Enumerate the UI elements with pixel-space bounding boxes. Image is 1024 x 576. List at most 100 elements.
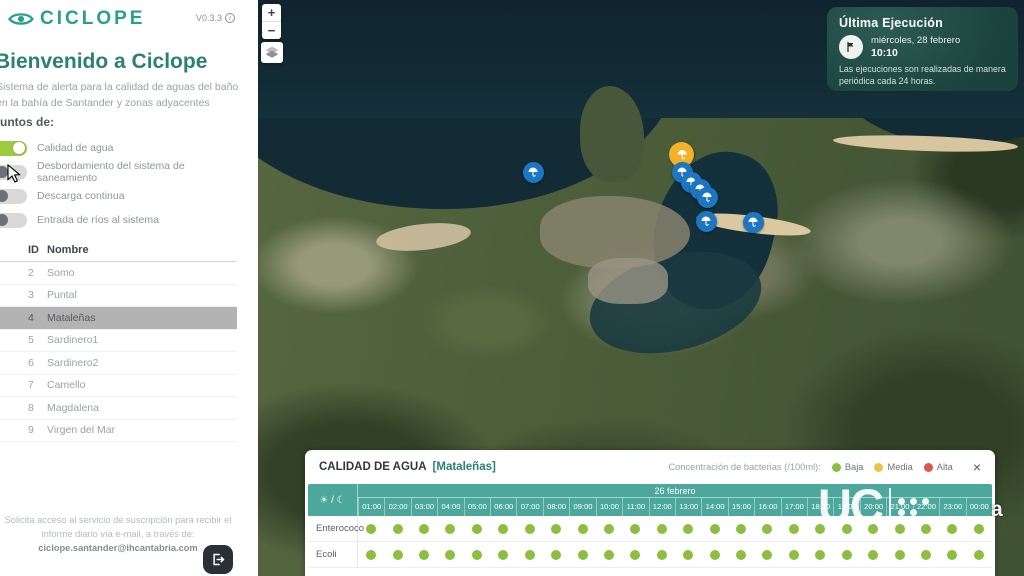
measure-cell[interactable] (860, 542, 886, 568)
measure-cell[interactable] (543, 542, 569, 568)
zoom-in-button[interactable]: + (262, 4, 281, 21)
measure-cell[interactable] (754, 542, 780, 568)
toggle-calidad-agua[interactable]: Calidad de agua (0, 136, 244, 160)
measure-cell[interactable] (833, 516, 859, 542)
measure-cell[interactable] (728, 516, 754, 542)
measure-cell[interactable] (543, 516, 569, 542)
legend-baja-label: Baja (845, 462, 864, 472)
measure-cell[interactable] (966, 516, 992, 542)
panel-title: CALIDAD DE AGUA (319, 461, 427, 473)
measure-cell[interactable] (675, 516, 701, 542)
station-marker[interactable] (697, 187, 718, 208)
measure-cell[interactable] (939, 542, 965, 568)
measure-cell[interactable] (437, 542, 463, 568)
measure-cell[interactable] (411, 542, 437, 568)
toggle-switch[interactable] (0, 165, 27, 180)
station-row[interactable]: 4Mataleñas (0, 307, 237, 330)
col-nombre: Nombre (38, 244, 237, 256)
measure-cell[interactable] (860, 516, 886, 542)
station-row[interactable]: 9Virgen del Mar (0, 420, 237, 443)
station-marker[interactable] (523, 162, 544, 183)
measure-cell[interactable] (516, 516, 542, 542)
station-name: Puntal (38, 289, 237, 301)
beach-umbrella-icon (675, 149, 687, 161)
measure-cell[interactable] (675, 542, 701, 568)
measurement-dot-icon (974, 550, 984, 560)
measure-cell[interactable] (781, 542, 807, 568)
measure-cell[interactable] (411, 516, 437, 542)
toggle-descarga-continua[interactable]: Descarga continua (0, 184, 244, 208)
measure-cell[interactable] (913, 542, 939, 568)
measure-cell[interactable] (622, 516, 648, 542)
station-row[interactable]: 5Sardinero1 (0, 330, 237, 353)
measure-cell[interactable] (384, 516, 410, 542)
measure-cell[interactable] (701, 516, 727, 542)
toggle-switch[interactable] (0, 141, 27, 156)
toggle-entrada-rios[interactable]: Entrada de ríos al sistema (0, 208, 244, 232)
measurement-dot-icon (921, 524, 931, 534)
measure-cell[interactable] (596, 516, 622, 542)
measure-cell[interactable] (728, 542, 754, 568)
satellite-map[interactable]: + − Última Ejecución miércoles, 28 f (258, 0, 1024, 576)
logout-button[interactable] (203, 545, 233, 574)
measure-cell[interactable] (807, 516, 833, 542)
measure-cell[interactable] (649, 542, 675, 568)
measure-cell[interactable] (464, 542, 490, 568)
measure-cell[interactable] (833, 542, 859, 568)
measurement-dot-icon (578, 524, 588, 534)
measure-cell[interactable] (622, 542, 648, 568)
layers-button[interactable] (261, 42, 283, 63)
measure-cell[interactable] (569, 516, 595, 542)
zoom-out-button[interactable]: − (262, 22, 281, 39)
measure-cell[interactable] (939, 516, 965, 542)
hour-label: 21:00 (886, 498, 912, 516)
day-night-toggle[interactable]: ☀ / ☾ (308, 484, 358, 516)
measure-cell[interactable] (569, 542, 595, 568)
panel-station-name: [Mataleñas] (433, 461, 496, 473)
measure-cell[interactable] (596, 542, 622, 568)
toggle-switch[interactable] (0, 213, 27, 228)
measure-cell[interactable] (649, 516, 675, 542)
station-row[interactable]: 3Puntal (0, 285, 237, 308)
beach-umbrella-icon (701, 191, 713, 203)
measure-cell[interactable] (464, 516, 490, 542)
measure-cell[interactable] (490, 542, 516, 568)
measure-label: Ecoli (308, 542, 358, 568)
station-marker[interactable] (696, 211, 717, 232)
station-row[interactable]: 7Camello (0, 375, 237, 398)
measure-cell[interactable] (886, 516, 912, 542)
measure-cell[interactable] (516, 542, 542, 568)
measurement-dot-icon (525, 524, 535, 534)
measure-cell[interactable] (384, 542, 410, 568)
measurement-dot-icon (551, 524, 561, 534)
info-icon[interactable]: i (225, 13, 235, 23)
measure-cell[interactable] (437, 516, 463, 542)
hour-label: 17:00 (781, 498, 807, 516)
measure-cell[interactable] (754, 516, 780, 542)
close-icon[interactable]: × (973, 460, 981, 474)
toggle-desbordamiento[interactable]: Desbordamiento del sistema de saneamient… (0, 160, 244, 184)
measurement-dot-icon (683, 524, 693, 534)
station-marker[interactable] (743, 212, 764, 233)
page-title: Bienvenido a Ciclope (0, 50, 207, 74)
logo: CICLOPE (8, 8, 145, 30)
beach-umbrella-icon (700, 215, 712, 227)
hour-label: 02:00 (384, 498, 410, 516)
measure-cell[interactable] (966, 542, 992, 568)
station-row[interactable]: 2Somo (0, 262, 237, 285)
station-row[interactable]: 6Sardinero2 (0, 352, 237, 375)
station-row[interactable]: 8Magdalena (0, 397, 237, 420)
hour-label: 15:00 (728, 498, 754, 516)
measure-cell[interactable] (358, 516, 384, 542)
measure-cell[interactable] (886, 542, 912, 568)
station-id: 4 (0, 312, 38, 324)
measure-cell[interactable] (781, 516, 807, 542)
date-header: 26 febrero (358, 484, 992, 498)
toggle-switch[interactable] (0, 189, 27, 204)
measure-cell[interactable] (913, 516, 939, 542)
measure-cell[interactable] (807, 542, 833, 568)
measure-cell[interactable] (358, 542, 384, 568)
beach-umbrella-icon (747, 216, 759, 228)
measure-cell[interactable] (490, 516, 516, 542)
measure-cell[interactable] (701, 542, 727, 568)
